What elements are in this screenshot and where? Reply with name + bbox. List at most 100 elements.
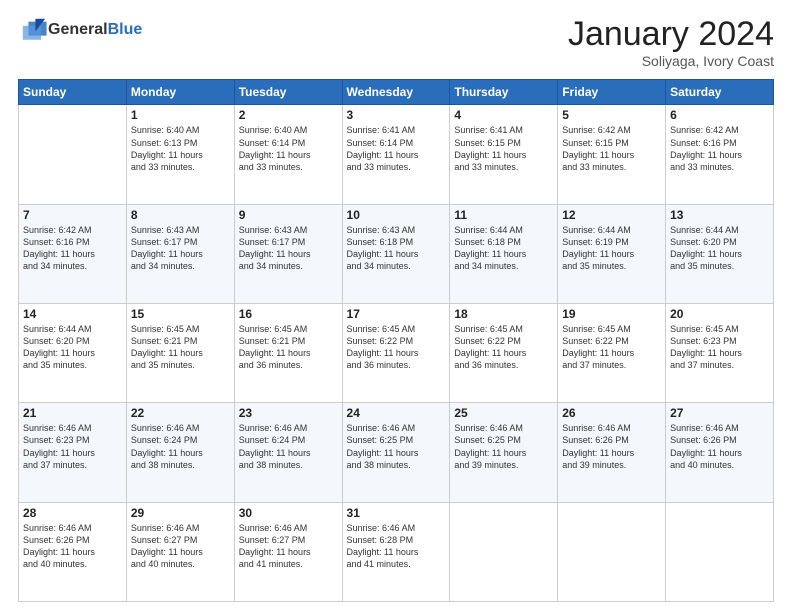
table-row: 25 Sunrise: 6:46 AM Sunset: 6:25 PM Dayli… xyxy=(450,403,558,502)
day-info: Sunrise: 6:41 AM Sunset: 6:15 PM Dayligh… xyxy=(454,124,553,173)
logo-icon xyxy=(20,16,48,44)
day-number: 3 xyxy=(347,108,446,122)
table-row: 8Sunrise: 6:43 AM Sunset: 6:17 PM Daylig… xyxy=(126,204,234,303)
month-title: January 2024 xyxy=(568,16,774,53)
table-row: 22Sunrise: 6:46 AM Sunset: 6:24 PM Dayli… xyxy=(126,403,234,502)
day-number: 1 xyxy=(131,108,230,122)
day-info: Sunrise: 6:42 AM Sunset: 6:16 PM Dayligh… xyxy=(670,124,769,173)
table-row: 23 Sunrise: 6:46 AM Sunset: 6:24 PM Dayli… xyxy=(234,403,342,502)
day-info: Sunrise: 6:45 AM Sunset: 6:22 PM Dayligh… xyxy=(454,323,553,372)
day-info: Sunrise: 6:43 AM Sunset: 6:17 PM Dayligh… xyxy=(131,224,230,273)
day-info: Sunrise: 6:46 AM Sunset: 6:24 PM Dayligh… xyxy=(239,422,338,471)
day-number: 28 xyxy=(23,506,122,520)
table-row: 17 Sunrise: 6:45 AM Sunset: 6:22 PM Dayli… xyxy=(342,304,450,403)
title-block: January 2024 Soliyaga, Ivory Coast xyxy=(568,16,774,69)
day-info: Sunrise: 6:45 AM Sunset: 6:21 PM Dayligh… xyxy=(131,323,230,372)
day-number: 29 xyxy=(131,506,230,520)
table-row: 27Sunrise: 6:46 AM Sunset: 6:26 PM Dayli… xyxy=(666,403,774,502)
table-row xyxy=(450,502,558,601)
day-info: Sunrise: 6:42 AM Sunset: 6:16 PM Dayligh… xyxy=(23,224,122,273)
day-number: 13 xyxy=(670,208,769,222)
day-info: Sunrise: 6:40 AM Sunset: 6:14 PM Dayligh… xyxy=(239,124,338,173)
day-number: 12 xyxy=(562,208,661,222)
week-row-3: 14Sunrise: 6:44 AM Sunset: 6:20 PM Dayli… xyxy=(19,304,774,403)
day-number: 18 xyxy=(454,307,553,321)
day-info: Sunrise: 6:40 AM Sunset: 6:13 PM Dayligh… xyxy=(131,124,230,173)
table-row: 12 Sunrise: 6:44 AM Sunset: 6:19 PM Dayli… xyxy=(558,204,666,303)
day-number: 20 xyxy=(670,307,769,321)
table-row: 5 Sunrise: 6:42 AM Sunset: 6:15 PM Daylig… xyxy=(558,105,666,204)
day-info: Sunrise: 6:46 AM Sunset: 6:25 PM Dayligh… xyxy=(454,422,553,471)
table-row: 7 Sunrise: 6:42 AM Sunset: 6:16 PM Daylig… xyxy=(19,204,127,303)
day-number: 30 xyxy=(239,506,338,520)
week-row-1: 1 Sunrise: 6:40 AM Sunset: 6:13 PM Daylig… xyxy=(19,105,774,204)
col-sunday: Sunday xyxy=(19,80,127,105)
day-info: Sunrise: 6:44 AM Sunset: 6:19 PM Dayligh… xyxy=(562,224,661,273)
day-number: 25 xyxy=(454,406,553,420)
day-info: Sunrise: 6:42 AM Sunset: 6:15 PM Dayligh… xyxy=(562,124,661,173)
col-wednesday: Wednesday xyxy=(342,80,450,105)
table-row: 19Sunrise: 6:45 AM Sunset: 6:22 PM Dayli… xyxy=(558,304,666,403)
week-row-2: 7 Sunrise: 6:42 AM Sunset: 6:16 PM Daylig… xyxy=(19,204,774,303)
day-info: Sunrise: 6:41 AM Sunset: 6:14 PM Dayligh… xyxy=(347,124,446,173)
table-row: 28Sunrise: 6:46 AM Sunset: 6:26 PM Dayli… xyxy=(19,502,127,601)
day-info: Sunrise: 6:46 AM Sunset: 6:27 PM Dayligh… xyxy=(131,522,230,571)
day-info: Sunrise: 6:45 AM Sunset: 6:22 PM Dayligh… xyxy=(347,323,446,372)
table-row: 29 Sunrise: 6:46 AM Sunset: 6:27 PM Dayli… xyxy=(126,502,234,601)
day-number: 7 xyxy=(23,208,122,222)
table-row: 31Sunrise: 6:46 AM Sunset: 6:28 PM Dayli… xyxy=(342,502,450,601)
subtitle: Soliyaga, Ivory Coast xyxy=(568,53,774,69)
logo-text: GeneralBlue xyxy=(48,21,142,39)
col-monday: Monday xyxy=(126,80,234,105)
day-number: 16 xyxy=(239,307,338,321)
day-number: 31 xyxy=(347,506,446,520)
table-row: 10Sunrise: 6:43 AM Sunset: 6:18 PM Dayli… xyxy=(342,204,450,303)
day-info: Sunrise: 6:46 AM Sunset: 6:26 PM Dayligh… xyxy=(670,422,769,471)
day-info: Sunrise: 6:43 AM Sunset: 6:17 PM Dayligh… xyxy=(239,224,338,273)
day-info: Sunrise: 6:46 AM Sunset: 6:26 PM Dayligh… xyxy=(562,422,661,471)
header: GeneralBlue January 2024 Soliyaga, Ivory… xyxy=(18,16,774,69)
table-row xyxy=(558,502,666,601)
day-number: 2 xyxy=(239,108,338,122)
table-row: 16 Sunrise: 6:45 AM Sunset: 6:21 PM Dayli… xyxy=(234,304,342,403)
day-info: Sunrise: 6:44 AM Sunset: 6:20 PM Dayligh… xyxy=(23,323,122,372)
col-thursday: Thursday xyxy=(450,80,558,105)
logo: GeneralBlue xyxy=(18,16,142,44)
table-row: 20 Sunrise: 6:45 AM Sunset: 6:23 PM Dayli… xyxy=(666,304,774,403)
week-row-5: 28Sunrise: 6:46 AM Sunset: 6:26 PM Dayli… xyxy=(19,502,774,601)
col-tuesday: Tuesday xyxy=(234,80,342,105)
day-info: Sunrise: 6:45 AM Sunset: 6:21 PM Dayligh… xyxy=(239,323,338,372)
day-info: Sunrise: 6:46 AM Sunset: 6:23 PM Dayligh… xyxy=(23,422,122,471)
table-row: 15 Sunrise: 6:45 AM Sunset: 6:21 PM Dayli… xyxy=(126,304,234,403)
day-number: 9 xyxy=(239,208,338,222)
day-info: Sunrise: 6:46 AM Sunset: 6:24 PM Dayligh… xyxy=(131,422,230,471)
table-row: 11Sunrise: 6:44 AM Sunset: 6:18 PM Dayli… xyxy=(450,204,558,303)
day-info: Sunrise: 6:43 AM Sunset: 6:18 PM Dayligh… xyxy=(347,224,446,273)
table-row: 2 Sunrise: 6:40 AM Sunset: 6:14 PM Daylig… xyxy=(234,105,342,204)
col-saturday: Saturday xyxy=(666,80,774,105)
page: GeneralBlue January 2024 Soliyaga, Ivory… xyxy=(0,0,792,612)
table-row: 6 Sunrise: 6:42 AM Sunset: 6:16 PM Daylig… xyxy=(666,105,774,204)
day-number: 17 xyxy=(347,307,446,321)
table-row: 1 Sunrise: 6:40 AM Sunset: 6:13 PM Daylig… xyxy=(126,105,234,204)
table-row: 30Sunrise: 6:46 AM Sunset: 6:27 PM Dayli… xyxy=(234,502,342,601)
day-info: Sunrise: 6:44 AM Sunset: 6:20 PM Dayligh… xyxy=(670,224,769,273)
day-number: 15 xyxy=(131,307,230,321)
day-info: Sunrise: 6:45 AM Sunset: 6:23 PM Dayligh… xyxy=(670,323,769,372)
day-number: 5 xyxy=(562,108,661,122)
day-number: 4 xyxy=(454,108,553,122)
table-row: 13 Sunrise: 6:44 AM Sunset: 6:20 PM Dayli… xyxy=(666,204,774,303)
day-number: 6 xyxy=(670,108,769,122)
day-number: 26 xyxy=(562,406,661,420)
day-number: 23 xyxy=(239,406,338,420)
day-info: Sunrise: 6:44 AM Sunset: 6:18 PM Dayligh… xyxy=(454,224,553,273)
week-row-4: 21Sunrise: 6:46 AM Sunset: 6:23 PM Dayli… xyxy=(19,403,774,502)
day-number: 19 xyxy=(562,307,661,321)
table-row: 26 Sunrise: 6:46 AM Sunset: 6:26 PM Dayli… xyxy=(558,403,666,502)
col-friday: Friday xyxy=(558,80,666,105)
calendar-table: Sunday Monday Tuesday Wednesday Thursday… xyxy=(18,79,774,602)
day-info: Sunrise: 6:46 AM Sunset: 6:25 PM Dayligh… xyxy=(347,422,446,471)
header-row: Sunday Monday Tuesday Wednesday Thursday… xyxy=(19,80,774,105)
table-row: 3 Sunrise: 6:41 AM Sunset: 6:14 PM Daylig… xyxy=(342,105,450,204)
table-row: 4 Sunrise: 6:41 AM Sunset: 6:15 PM Daylig… xyxy=(450,105,558,204)
